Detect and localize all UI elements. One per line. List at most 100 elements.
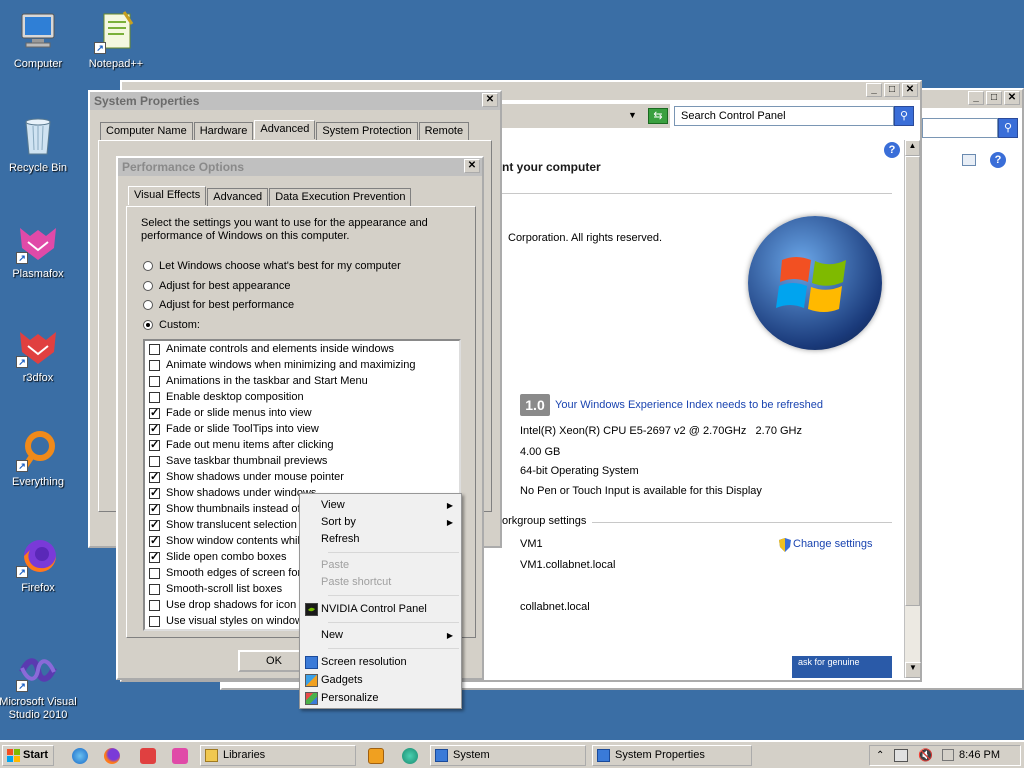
- desktop-icon-r3dfox[interactable]: ↗ r3dfox: [0, 324, 78, 385]
- menu-item-sort-by[interactable]: Sort by ▶: [302, 514, 459, 531]
- checkbox[interactable]: [149, 406, 160, 419]
- menu-item-view[interactable]: View ▶: [302, 497, 459, 514]
- checkbox[interactable]: [149, 502, 160, 515]
- scroll-thumb[interactable]: [905, 156, 920, 606]
- help-icon[interactable]: ?: [884, 142, 900, 158]
- taskbar-item-system-properties[interactable]: System Properties: [592, 745, 752, 766]
- visual-effect-option[interactable]: Show shadows under mouse pointer: [145, 469, 459, 485]
- checkbox[interactable]: [149, 438, 160, 451]
- media-player-icon[interactable]: [368, 748, 384, 764]
- tab-hardware[interactable]: Hardware: [193, 122, 254, 141]
- plasmafox-icon[interactable]: [172, 748, 188, 764]
- checkbox[interactable]: [149, 550, 160, 563]
- help-icon[interactable]: ?: [990, 152, 1006, 168]
- visual-effect-option[interactable]: Animations in the taskbar and Start Menu: [145, 373, 459, 389]
- taskbar-item-libraries[interactable]: Libraries: [200, 745, 356, 766]
- radio-button[interactable]: [143, 300, 153, 310]
- visual-effect-option[interactable]: Fade or slide ToolTips into view: [145, 421, 459, 437]
- checkbox[interactable]: [149, 343, 160, 355]
- system-properties-titlebar[interactable]: System Properties ✕: [90, 92, 500, 110]
- background-search-box[interactable]: [922, 118, 998, 138]
- menu-item-gadgets[interactable]: Gadgets: [302, 672, 459, 689]
- desktop-icon-firefox[interactable]: ↗ Firefox: [0, 534, 78, 595]
- close-button[interactable]: ✕: [902, 83, 918, 97]
- performance-options-titlebar[interactable]: Performance Options ✕: [118, 158, 482, 176]
- change-settings-link[interactable]: Change settings: [793, 538, 873, 550]
- desktop-icon-plasmafox[interactable]: ↗ Plasmafox: [0, 220, 78, 281]
- volume-muted-icon[interactable]: 🔇: [918, 746, 933, 765]
- visual-effect-option[interactable]: Animate windows when minimizing and maxi…: [145, 357, 459, 373]
- close-button[interactable]: ✕: [1004, 91, 1020, 105]
- maximize-button[interactable]: □: [986, 91, 1002, 105]
- desktop-icon-notepadpp[interactable]: ↗ Notepad++: [76, 10, 156, 71]
- checkbox[interactable]: [149, 567, 160, 579]
- view-pane-icon[interactable]: [962, 154, 976, 166]
- desktop-icon-recycle-bin[interactable]: Recycle Bin: [0, 114, 78, 175]
- checkbox[interactable]: [149, 486, 160, 499]
- action-center-icon[interactable]: [942, 749, 954, 761]
- checkbox[interactable]: [149, 470, 160, 483]
- scroll-down-button[interactable]: ▼: [905, 662, 921, 678]
- minimize-button[interactable]: _: [968, 91, 984, 105]
- tab-visual-effects[interactable]: Visual Effects: [128, 186, 207, 205]
- radio-let-windows-choose[interactable]: Let Windows choose what's best for my co…: [143, 260, 401, 272]
- checkbox[interactable]: [149, 599, 160, 611]
- checkbox[interactable]: [149, 375, 160, 387]
- chat-app-icon[interactable]: [402, 748, 418, 764]
- radio-best-performance[interactable]: Adjust for best performance: [143, 299, 294, 311]
- checkbox[interactable]: [149, 615, 160, 627]
- visual-effect-option[interactable]: Save taskbar thumbnail previews: [145, 453, 459, 469]
- checkbox[interactable]: [149, 518, 160, 531]
- tab-data-execution-prevention[interactable]: Data Execution Prevention: [269, 188, 412, 207]
- tab-remote[interactable]: Remote: [418, 122, 470, 141]
- checkbox[interactable]: [149, 422, 160, 435]
- address-dropdown-icon[interactable]: ▼: [628, 110, 637, 120]
- desktop-icon-visual-studio[interactable]: ↗ Microsoft Visual Studio 2010: [0, 648, 78, 722]
- tab-computer-name[interactable]: Computer Name: [100, 122, 193, 141]
- clock[interactable]: 8:46 PM: [959, 746, 1000, 765]
- menu-item-nvidia-control-panel[interactable]: NVIDIA Control Panel: [302, 601, 459, 618]
- tray-expand-icon[interactable]: ⌃: [876, 746, 884, 765]
- desktop-icon-computer[interactable]: Computer: [0, 10, 78, 71]
- genuine-badge[interactable]: ask for genuine: [792, 656, 892, 678]
- close-button[interactable]: ✕: [482, 93, 498, 107]
- menu-item-screen-resolution[interactable]: Screen resolution: [302, 654, 459, 671]
- radio-custom[interactable]: Custom:: [143, 319, 200, 331]
- menu-item-new[interactable]: New ▶: [302, 627, 459, 644]
- radio-best-appearance[interactable]: Adjust for best appearance: [143, 280, 290, 292]
- checkbox[interactable]: [149, 583, 160, 595]
- radio-button[interactable]: [143, 261, 153, 271]
- visual-effect-option[interactable]: Fade out menu items after clicking: [145, 437, 459, 453]
- checkbox[interactable]: [149, 455, 160, 467]
- visual-effect-option[interactable]: Enable desktop composition: [145, 389, 459, 405]
- checkbox[interactable]: [149, 359, 160, 371]
- search-icon[interactable]: ⚲: [998, 118, 1018, 138]
- visual-effect-option[interactable]: Fade or slide menus into view: [145, 405, 459, 421]
- checkbox[interactable]: [149, 534, 160, 547]
- tab-advanced[interactable]: Advanced: [207, 188, 269, 207]
- tab-system-protection[interactable]: System Protection: [316, 122, 418, 141]
- radio-button[interactable]: [143, 281, 153, 291]
- firefox-icon[interactable]: [104, 748, 120, 764]
- scroll-up-button[interactable]: ▲: [905, 140, 920, 156]
- network-icon[interactable]: [894, 749, 908, 762]
- close-button[interactable]: ✕: [464, 159, 480, 173]
- visual-effect-option[interactable]: Animate controls and elements inside win…: [145, 341, 459, 357]
- checkbox[interactable]: [149, 391, 160, 403]
- taskbar-item-system[interactable]: System: [430, 745, 586, 766]
- r3dfox-icon[interactable]: [140, 748, 156, 764]
- desktop-icon-everything[interactable]: ↗ Everything: [0, 428, 78, 489]
- menu-item-refresh[interactable]: Refresh: [302, 531, 459, 548]
- wei-link[interactable]: Your Windows Experience Index needs to b…: [555, 399, 823, 411]
- vertical-scrollbar[interactable]: ▲ ▼: [904, 140, 921, 678]
- search-icon[interactable]: ⚲: [894, 106, 914, 126]
- tab-advanced[interactable]: Advanced: [254, 120, 316, 139]
- internet-explorer-icon[interactable]: [72, 748, 88, 764]
- search-control-panel-input[interactable]: Search Control Panel: [674, 106, 894, 126]
- minimize-button[interactable]: _: [866, 83, 882, 97]
- radio-button[interactable]: [143, 320, 153, 330]
- refresh-icon[interactable]: ⇆: [648, 108, 668, 124]
- start-button[interactable]: Start: [2, 745, 54, 766]
- menu-item-personalize[interactable]: Personalize: [302, 690, 459, 707]
- maximize-button[interactable]: □: [884, 83, 900, 97]
